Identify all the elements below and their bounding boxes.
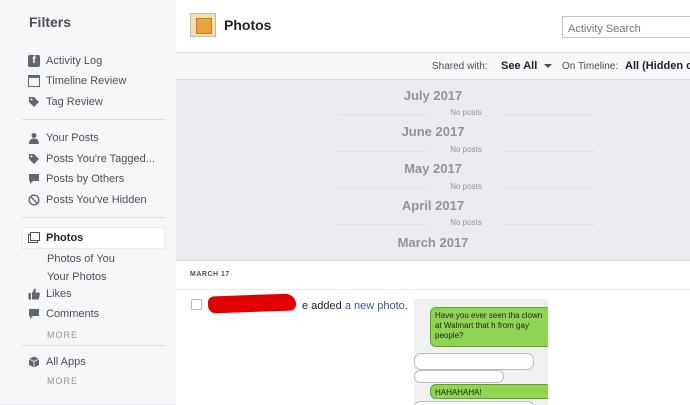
photos-header-icon: [190, 13, 216, 37]
page-title: Photos: [224, 17, 272, 33]
sidebar-divider: [22, 119, 166, 120]
divider: [176, 289, 690, 290]
cube-icon: [28, 356, 40, 368]
sidebar-item-posts-by-others[interactable]: Posts by Others: [28, 170, 124, 188]
redaction-mark: [207, 293, 297, 314]
shared-with-dropdown[interactable]: See All: [501, 60, 537, 72]
activity-search-input[interactable]: [562, 16, 690, 38]
sidebar-item-timeline-review[interactable]: Timeline Review: [28, 72, 126, 90]
chat-bubble-white: [414, 401, 534, 405]
sidebar-title: Filters: [29, 14, 72, 30]
sidebar-item-label: Likes: [46, 288, 72, 300]
sidebar-item-your-posts[interactable]: Your Posts: [28, 129, 99, 147]
select-checkbox[interactable]: [191, 299, 202, 310]
filters-sidebar: Filters f Activity Log Timeline Review T…: [0, 0, 176, 404]
post-photo-thumbnail[interactable]: Have you ever seen tha clown at Walmart …: [414, 299, 548, 405]
sidebar-item-label: Comments: [46, 308, 100, 320]
no-posts-note: No posts: [338, 145, 594, 154]
chat-bubble-white: [414, 370, 504, 383]
no-posts-note: No posts: [338, 108, 594, 117]
month-heading[interactable]: March 2017: [176, 235, 690, 250]
sidebar-item-label: Posts by Others: [46, 173, 125, 185]
sidebar-more-link[interactable]: MORE: [47, 330, 78, 340]
thumbs-up-icon: [28, 288, 40, 300]
sidebar-item-label: Activity Log: [46, 55, 103, 67]
sidebar-item-likes[interactable]: Likes: [28, 285, 72, 303]
sidebar-item-label: All Apps: [46, 356, 86, 368]
timeline-icon: [28, 75, 40, 87]
post-description: e added a new photo.: [302, 300, 408, 312]
sidebar-item-tag-review[interactable]: Tag Review: [28, 93, 103, 111]
sidebar-subitem-photos-of-you[interactable]: Photos of You: [47, 253, 115, 265]
sidebar-item-posts-tagged[interactable]: Posts You're Tagged...: [28, 150, 155, 168]
photos-icon: [28, 232, 40, 244]
month-heading[interactable]: May 2017: [176, 161, 690, 176]
sidebar-item-label: Posts You've Hidden: [46, 194, 147, 206]
sidebar-divider: [22, 217, 166, 218]
no-posts-note: No posts: [338, 182, 594, 191]
sidebar-item-label: Posts You're Tagged...: [46, 153, 155, 165]
filter-bar: Shared with: See All On Timeline: All (H…: [176, 53, 690, 80]
new-photo-link[interactable]: a new photo: [345, 300, 405, 312]
speech-bubble-icon: [28, 173, 40, 185]
sidebar-item-posts-hidden[interactable]: Posts You've Hidden: [28, 191, 147, 209]
chat-bubble-green: HAHAHAHA!: [430, 384, 548, 399]
sidebar-divider: [22, 345, 166, 346]
month-heading[interactable]: April 2017: [176, 198, 690, 213]
person-icon: [28, 132, 40, 144]
shared-with-label: Shared with:: [432, 61, 488, 72]
sidebar-item-label: Photos: [46, 232, 84, 244]
no-posts-note: No posts: [338, 218, 594, 227]
post-date-header: MARCH 17: [190, 271, 230, 278]
tag-icon: [28, 96, 40, 108]
chevron-down-icon[interactable]: [544, 64, 552, 68]
month-heading[interactable]: July 2017: [176, 88, 690, 103]
tag-icon: [28, 153, 40, 165]
on-timeline-label: On Timeline:: [562, 61, 619, 72]
chat-bubble-green: Have you ever seen tha clown at Walmart …: [430, 307, 548, 347]
sidebar-item-label: Tag Review: [46, 96, 103, 108]
month-heading[interactable]: June 2017: [176, 124, 690, 139]
sidebar-item-comments[interactable]: Comments: [28, 305, 99, 323]
facebook-f-icon: f: [28, 55, 40, 67]
comment-icon: [28, 308, 40, 320]
sidebar-subitem-your-photos[interactable]: Your Photos: [47, 271, 107, 283]
chat-bubble-white: [414, 353, 534, 370]
sidebar-item-all-apps[interactable]: All Apps: [28, 353, 86, 371]
page-header: Photos: [176, 0, 690, 53]
hidden-icon: [28, 194, 40, 206]
sidebar-item-label: Your Posts: [46, 132, 99, 144]
activity-entry: MARCH 17 e added a new photo. Have you e…: [176, 260, 690, 405]
on-timeline-dropdown[interactable]: All (Hidden c: [625, 60, 690, 72]
sidebar-more-link[interactable]: MORE: [47, 376, 78, 386]
sidebar-item-photos[interactable]: Photos: [28, 229, 83, 247]
sidebar-item-label: Timeline Review: [46, 75, 127, 87]
sidebar-item-activity-log[interactable]: f Activity Log: [28, 52, 102, 70]
activity-log-main: Photos Shared with: See All On Timeline:…: [176, 0, 690, 405]
month-list: July 2017 No posts June 2017 No posts Ma…: [176, 80, 690, 260]
